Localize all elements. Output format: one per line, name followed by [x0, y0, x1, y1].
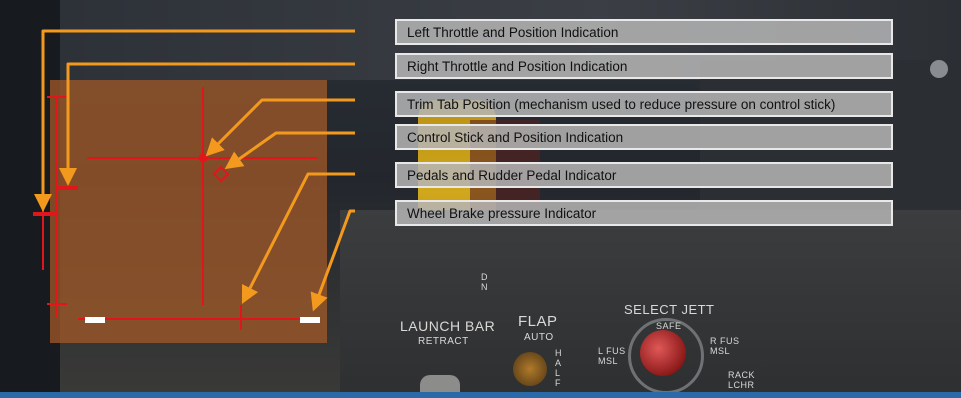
callout-label: Control Stick and Position Indication [407, 130, 624, 145]
callout-arrows [34, 29, 355, 312]
red-indicator-graphic [33, 87, 318, 330]
arrow-right-throttle [59, 62, 355, 186]
callout-right-throttle: Right Throttle and Position Indication [395, 53, 893, 79]
arrow-control-stick [224, 131, 355, 170]
arrow-left-throttle [34, 29, 355, 212]
callout-label: Wheel Brake pressure Indicator [407, 206, 597, 221]
arrow-trim-tab [205, 98, 355, 157]
callout-label: Pedals and Rudder Pedal Indicator [407, 168, 617, 183]
callout-wheel-brake: Wheel Brake pressure Indicator [395, 200, 893, 226]
callout-left-throttle: Left Throttle and Position Indication [395, 19, 893, 45]
control-indicator-diagram: LAUNCH BAR RETRACT FLAP AUTO H A L F SEL… [0, 0, 961, 398]
callout-trim-tab: Trim Tab Position (mechanism used to red… [395, 91, 893, 117]
right-brake-indicator [300, 317, 320, 323]
callout-label: Right Throttle and Position Indication [407, 59, 628, 74]
trim-tab-position-icon [212, 165, 230, 183]
arrow-rudder-pedal [241, 172, 355, 305]
arrow-wheel-brake [310, 209, 355, 312]
callout-control-stick: Control Stick and Position Indication [395, 124, 893, 150]
control-stick-position-icon [198, 153, 208, 163]
callout-label: Left Throttle and Position Indication [407, 25, 619, 40]
left-brake-indicator [85, 317, 105, 323]
callout-label: Trim Tab Position (mechanism used to red… [407, 97, 836, 112]
callout-rudder-pedal: Pedals and Rudder Pedal Indicator [395, 162, 893, 188]
